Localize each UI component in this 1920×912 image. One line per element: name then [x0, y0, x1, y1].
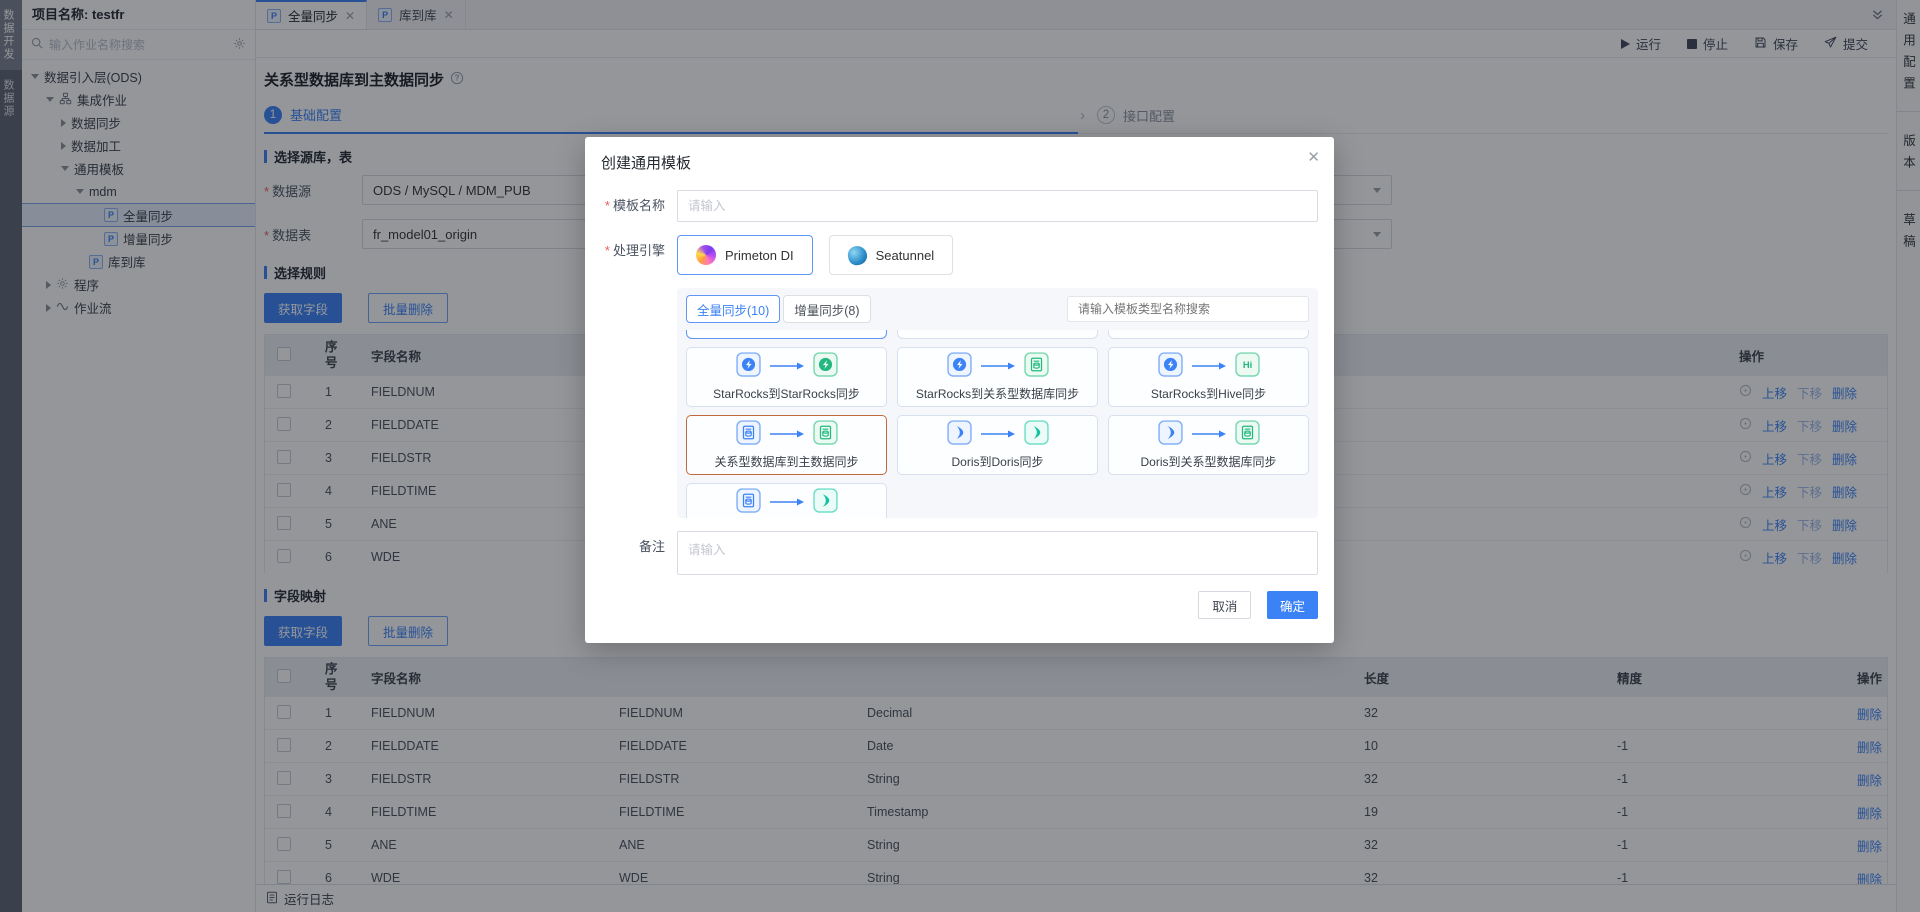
template-search-input[interactable]: [1067, 296, 1309, 322]
confirm-button[interactable]: 确定: [1267, 591, 1318, 619]
template-card[interactable]: 关系型数据库到Doris同步: [686, 483, 887, 518]
template-type-tab[interactable]: 全量同步(10): [686, 295, 780, 323]
dbdoc-green-icon: [1235, 420, 1260, 448]
dbdoc-blue-icon: [736, 488, 761, 516]
hive-green-icon: Hi: [1235, 352, 1260, 380]
doris-teal-icon: [813, 488, 838, 513]
arrow-right-icon: [1191, 427, 1227, 442]
dbdoc-green-icon: [813, 420, 838, 445]
template-card[interactable]: StarRocks到StarRocks同步: [686, 347, 887, 407]
template-name-input[interactable]: [677, 190, 1318, 222]
primeton-icon: [696, 245, 716, 265]
dbdoc-green-icon: [1024, 352, 1049, 377]
engine-label: 处理引擎: [585, 235, 677, 267]
template-panel: 全量同步(10)增量同步(8) StarRocks到StarRocks同步 St…: [677, 288, 1318, 518]
arrow-right-icon: [980, 427, 1016, 442]
template-card[interactable]: Doris到关系型数据库同步: [1108, 415, 1309, 475]
svg-text:Hi: Hi: [1242, 360, 1251, 370]
doris-blue-icon: [1158, 420, 1183, 445]
dbdoc-blue-icon: [736, 420, 761, 448]
engine-option[interactable]: Seatunnel: [829, 235, 954, 275]
dbdoc-green-icon: [1235, 420, 1260, 445]
template-name-label: 模板名称: [585, 190, 677, 222]
arrow-right-icon: [769, 359, 805, 374]
starrocks-green-icon: [813, 352, 838, 377]
arrow-right-icon: [769, 427, 805, 442]
scrolled-card-slivers: [686, 330, 1309, 339]
dbdoc-blue-icon: [736, 488, 761, 513]
template-card-scroll[interactable]: StarRocks到StarRocks同步 StarRocks到关系型数据库同步…: [686, 330, 1309, 518]
remark-label: 备注: [585, 531, 677, 563]
dbdoc-green-icon: [813, 420, 838, 448]
arrow-right-icon: [769, 495, 805, 510]
template-card[interactable]: Hi StarRocks到Hive同步: [1108, 347, 1309, 407]
dbdoc-blue-icon: [736, 420, 761, 445]
doris-blue-icon: [947, 420, 972, 445]
doris-teal-icon: [813, 488, 838, 516]
starrocks-blue-icon: [947, 352, 972, 377]
dbdoc-green-icon: [1024, 352, 1049, 380]
starrocks-blue-icon: [736, 352, 761, 377]
doris-blue-icon: [1158, 420, 1183, 448]
modal-title: 创建通用模板: [585, 137, 1334, 177]
doris-teal-icon: [1024, 420, 1049, 448]
starrocks-blue-icon: [736, 352, 761, 380]
create-template-modal: 创建通用模板 ✕ 模板名称 处理引擎 Primeton DI Seatunnel…: [585, 137, 1334, 643]
template-card[interactable]: StarRocks到关系型数据库同步: [897, 347, 1098, 407]
starrocks-blue-icon: [1158, 352, 1183, 377]
engine-option[interactable]: Primeton DI: [677, 235, 813, 275]
arrow-right-icon: [1191, 359, 1227, 374]
seatunnel-icon: [846, 244, 869, 267]
doris-teal-icon: [1024, 420, 1049, 445]
template-card[interactable]: 关系型数据库到主数据同步: [686, 415, 887, 475]
hive-green-icon: Hi: [1235, 352, 1260, 377]
close-icon[interactable]: ✕: [1307, 150, 1320, 165]
starrocks-blue-icon: [1158, 352, 1183, 380]
template-type-tab[interactable]: 增量同步(8): [783, 295, 870, 323]
doris-blue-icon: [947, 420, 972, 448]
arrow-right-icon: [980, 359, 1016, 374]
starrocks-blue-icon: [947, 352, 972, 380]
template-card[interactable]: Doris到Doris同步: [897, 415, 1098, 475]
remark-textarea[interactable]: [677, 531, 1318, 575]
cancel-button[interactable]: 取消: [1198, 591, 1251, 619]
starrocks-green-icon: [813, 352, 838, 380]
